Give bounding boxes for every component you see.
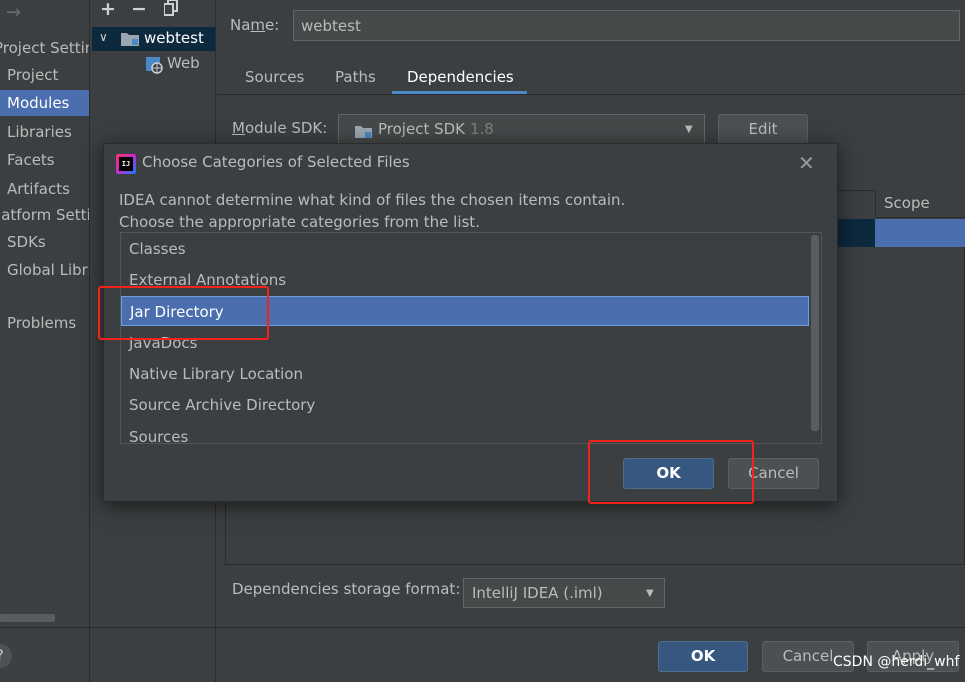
nav-item-project[interactable]: Project [0,62,89,88]
storage-format-combobox[interactable]: IntelliJ IDEA (.iml) ▼ [463,578,665,608]
module-sdk-label: Module SDK: [232,119,328,137]
footer-divider [0,627,965,628]
remove-icon[interactable]: − [131,0,147,20]
dialog-message-line1: IDEA cannot determine what kind of files… [119,191,626,209]
platform-settings-header: Platform Settings [0,206,89,224]
dialog-title: Choose Categories of Selected Files [142,153,410,171]
ok-button[interactable]: OK [658,641,748,672]
tabs-divider [217,94,965,95]
help-icon[interactable]: ? [0,644,12,668]
list-scrollbar[interactable] [811,235,819,431]
sdk-folder-icon [355,124,372,138]
nav-item-modules[interactable]: Modules [0,90,89,116]
name-label: Name: [230,16,280,34]
nav-item-artifacts[interactable]: Artifacts [0,176,89,202]
dialog-message-line2: Choose the appropriate categories from t… [119,213,480,231]
table-row[interactable] [835,219,875,247]
logo-text: IJ [119,157,133,171]
tab-sources[interactable]: Sources [245,68,304,86]
tab-dependencies[interactable]: Dependencies [407,68,514,86]
highlight-box-ok-button [588,440,754,504]
tab-paths[interactable]: Paths [335,68,376,86]
nav-item-global-libraries[interactable]: Global Libraries [0,257,89,283]
module-folder-icon [121,31,139,46]
project-settings-header: Project Settings [0,39,89,57]
highlight-box-jar-directory [98,286,269,340]
add-icon[interactable]: + [100,0,116,20]
sdk-version: 1.8 [470,120,494,138]
name-field[interactable]: webtest [293,10,960,41]
nav-item-facets[interactable]: Facets [0,147,89,173]
storage-format-value: IntelliJ IDEA (.iml) [472,584,603,602]
web-facet-icon [145,56,163,74]
close-icon[interactable]: ✕ [798,151,815,175]
sdk-value: Project SDK [378,120,465,138]
scope-header-label: Scope [884,194,930,212]
copy-icon[interactable] [163,0,178,16]
module-sdk-combobox[interactable]: Project SDK 1.8 ▼ [338,114,705,144]
settings-nav: → Project Settings Project Modules Libra… [0,0,90,682]
chevron-down-icon[interactable]: ∨ [99,30,108,44]
chevron-down-icon: ▼ [685,124,693,135]
chevron-down-icon: ▼ [646,588,654,599]
list-item-classes[interactable]: Classes [121,234,809,264]
arrow-left-icon[interactable]: → [6,2,21,23]
tree-label-webtest: webtest [144,29,204,47]
edit-sdk-button[interactable]: Edit [718,114,808,144]
intellij-logo-icon: IJ [116,154,136,174]
nav-item-problems[interactable]: Problems [0,310,89,336]
list-item-source-archive-directory[interactable]: Source Archive Directory [121,390,809,420]
nav-item-sdks[interactable]: SDKs [0,229,89,255]
scope-cell[interactable] [875,219,965,247]
list-item-native-library-location[interactable]: Native Library Location [121,359,809,389]
nav-item-libraries[interactable]: Libraries [0,119,89,145]
watermark: CSDN @herdi_whf [833,654,960,670]
tree-label-web[interactable]: Web [167,54,200,72]
nav-scrollbar[interactable] [0,614,55,622]
storage-format-label: Dependencies storage format: [232,580,461,598]
scope-column-header: Scope [875,190,965,218]
